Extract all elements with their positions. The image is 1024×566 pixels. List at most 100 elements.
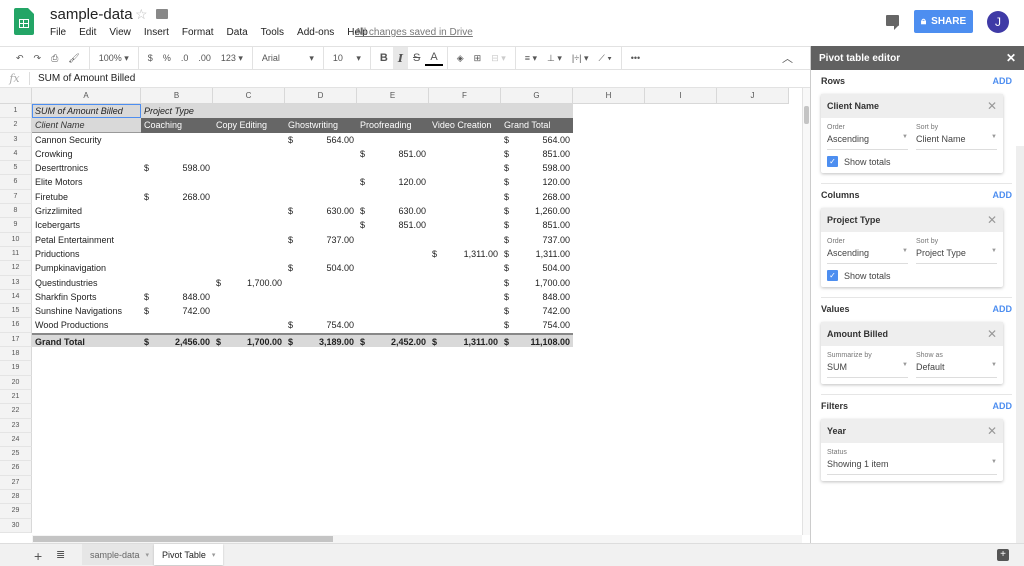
filter-status-select[interactable]: Status Showing 1 item ▼ (827, 449, 997, 475)
cell-i[interactable] (645, 218, 717, 232)
currency-format-button[interactable]: $ (143, 47, 158, 69)
cell-f[interactable] (429, 318, 501, 332)
cell-d[interactable] (285, 519, 357, 533)
add-sheet-button[interactable]: + (34, 548, 42, 564)
cell-a[interactable]: Firetube (32, 190, 141, 204)
row-header[interactable]: 5 (0, 161, 32, 176)
spreadsheet-grid[interactable]: ABCDEFGHIJ 1 SUM of Amount Billed Project … (0, 88, 802, 535)
cell-i[interactable] (645, 490, 717, 504)
cell-e[interactable] (357, 519, 429, 533)
cell-f[interactable] (429, 433, 501, 447)
cell-c[interactable] (213, 104, 285, 119)
menu-edit[interactable]: Edit (79, 27, 96, 38)
cell-i[interactable] (645, 519, 717, 533)
cell-i[interactable] (645, 290, 717, 304)
cell-g[interactable]: $11,108.00 (501, 332, 573, 348)
close-icon[interactable]: ✕ (1006, 51, 1016, 65)
row-header[interactable]: 6 (0, 175, 32, 190)
order-select[interactable]: Order Ascending ▼ (827, 124, 908, 150)
cell-b[interactable] (141, 447, 213, 461)
cell-b[interactable] (141, 519, 213, 533)
cell-g[interactable] (501, 404, 573, 418)
cell-b[interactable]: $268.00 (141, 190, 213, 204)
menu-insert[interactable]: Insert (144, 27, 169, 38)
cell-b[interactable] (141, 204, 213, 218)
chevron-down-icon[interactable]: ▾ (212, 551, 216, 559)
cell-a[interactable] (32, 490, 141, 504)
share-button[interactable]: 🔒︎ SHARE (914, 10, 973, 33)
cell-j[interactable] (717, 333, 789, 347)
cell-b[interactable] (141, 175, 213, 189)
cell-b[interactable] (141, 419, 213, 433)
row-header[interactable]: 18 (0, 347, 32, 362)
column-header-j[interactable]: J (717, 88, 789, 104)
cell-h[interactable] (573, 161, 645, 175)
cell-f[interactable] (429, 233, 501, 247)
row-header[interactable]: 11 (0, 246, 32, 262)
cell-g[interactable]: $1,260.00 (501, 204, 573, 218)
cell-f[interactable] (429, 390, 501, 404)
fill-color-icon[interactable]: ◈ (452, 47, 469, 69)
row-header[interactable]: 23 (0, 418, 32, 433)
cell-d[interactable] (285, 490, 357, 504)
cell-a[interactable] (32, 519, 141, 533)
row-header[interactable]: 30 (0, 518, 32, 533)
cell-a[interactable]: Deserttronics (32, 161, 141, 175)
cell-h[interactable] (573, 218, 645, 232)
cell-f[interactable] (429, 261, 501, 275)
cell-i[interactable] (645, 461, 717, 475)
cell-c[interactable] (213, 361, 285, 375)
cell-d[interactable] (285, 104, 357, 119)
remove-field-icon[interactable]: ✕ (987, 424, 997, 438)
cell-b[interactable]: $2,456.00 (141, 332, 213, 348)
cell-e[interactable] (357, 390, 429, 404)
cell-g[interactable]: $742.00 (501, 304, 573, 318)
text-color-button[interactable]: A (425, 50, 443, 66)
cell-e[interactable] (357, 433, 429, 447)
cell-e[interactable] (357, 133, 429, 147)
text-rotation-icon[interactable]: ⟋ ▾ (594, 47, 617, 69)
row-header[interactable]: 13 (0, 275, 32, 290)
cell-d[interactable] (285, 390, 357, 404)
row-header[interactable]: 24 (0, 432, 32, 448)
cell-h[interactable] (573, 204, 645, 218)
vertical-scrollbar[interactable] (802, 88, 810, 535)
comments-icon[interactable] (886, 15, 899, 30)
cell-d[interactable] (285, 376, 357, 390)
cell-c[interactable] (213, 461, 285, 475)
zoom-select[interactable]: 100% ▾ (94, 47, 134, 69)
cell-g[interactable] (501, 519, 573, 533)
cell-j[interactable] (717, 504, 789, 518)
cell-d[interactable] (285, 461, 357, 475)
star-icon[interactable]: ☆ (135, 6, 148, 23)
cell-j[interactable] (717, 490, 789, 504)
chevron-down-icon[interactable]: ▾ (146, 551, 150, 559)
cell-j[interactable] (717, 461, 789, 475)
paint-format-icon[interactable]: 🖌︎ (63, 47, 84, 69)
font-size-select[interactable]: 10 ▾ (328, 47, 366, 69)
row-header[interactable]: 3 (0, 132, 32, 147)
cell-d[interactable] (285, 419, 357, 433)
cell-j[interactable] (717, 290, 789, 304)
cell-a[interactable]: Grizzlimited (32, 204, 141, 218)
cell-j[interactable] (717, 175, 789, 189)
cell-i[interactable] (645, 161, 717, 175)
cell-c[interactable] (213, 447, 285, 461)
cell-a[interactable]: Sharkfin Sports (32, 290, 141, 304)
cell-j[interactable] (717, 376, 789, 390)
explore-icon[interactable]: + (997, 549, 1009, 561)
cell-j[interactable] (717, 204, 789, 218)
cell-b[interactable] (141, 347, 213, 361)
remove-field-icon[interactable]: ✕ (987, 213, 997, 227)
cell-a[interactable] (32, 419, 141, 433)
cell-e[interactable] (357, 104, 429, 119)
cell-h[interactable] (573, 376, 645, 390)
row-header[interactable]: 9 (0, 218, 32, 233)
cell-g[interactable]: $848.00 (501, 290, 573, 304)
cell-e[interactable] (357, 190, 429, 204)
cell-d[interactable] (285, 175, 357, 189)
cell-e[interactable]: $851.00 (357, 147, 429, 161)
column-header-g[interactable]: G (501, 88, 573, 104)
panel-scrollbar[interactable] (1016, 146, 1024, 543)
row-header[interactable]: 14 (0, 289, 32, 305)
